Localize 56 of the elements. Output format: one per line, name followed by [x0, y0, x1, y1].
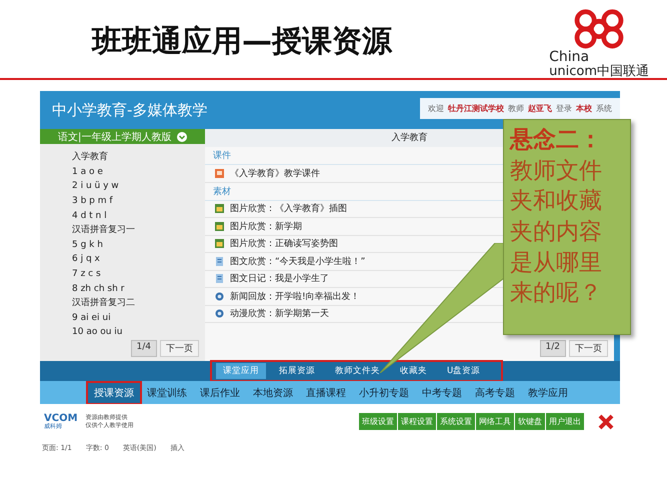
page-indicator: 1/2	[540, 340, 566, 357]
resource-tab[interactable]: U盘资源	[440, 363, 488, 379]
resource-item[interactable]: 动漫欣赏：新学期第一天	[230, 307, 329, 320]
chapter-item[interactable]: 10 ao ou iu	[72, 325, 205, 340]
document-icon	[215, 274, 224, 284]
chapter-item[interactable]: 2 i u ü y w	[72, 179, 205, 194]
resource-item[interactable]: 图片欣赏：《入学教育》插图	[230, 202, 347, 216]
resource-item[interactable]: 图片欣赏：正确读写姿势图	[230, 237, 338, 250]
resource-item[interactable]: 图片欣赏：新学期	[230, 220, 302, 233]
settings-button[interactable]: 网络工具	[476, 413, 514, 430]
nav-tab[interactable]: 小升初专题	[353, 382, 415, 402]
nav-tab[interactable]: 高考专题	[469, 382, 521, 402]
chapter-item[interactable]: 汉语拼音复习二	[72, 296, 205, 311]
nav-tab[interactable]: 课堂训练	[141, 382, 193, 402]
nav-tab[interactable]: 直播课程	[300, 382, 352, 402]
chapter-item[interactable]: 8 zh ch sh r	[72, 282, 205, 296]
chapter-item[interactable]: 汉语拼音复习一	[72, 223, 205, 238]
resource-item[interactable]: 新闻回放：开学啦!向幸福出发！	[230, 290, 360, 303]
nav-tab[interactable]: 授课资源	[88, 382, 140, 402]
settings-button[interactable]: 课程设置	[398, 413, 436, 430]
close-icon[interactable]	[598, 414, 614, 430]
resource-item[interactable]: 《入学教育》教学课件	[230, 166, 320, 180]
resource-item[interactable]: 图文日记：我是小学生了	[230, 272, 329, 286]
chapter-item[interactable]: 入学教育	[72, 150, 205, 165]
resource-tab[interactable]: 拓展资源	[272, 363, 322, 379]
chapter-item[interactable]: 7 z c s	[72, 267, 205, 282]
nav-tab[interactable]: 课后作业	[194, 382, 246, 402]
settings-button[interactable]: 软键盘	[515, 413, 545, 430]
settings-button[interactable]: 班级设置	[359, 413, 397, 430]
chapter-item[interactable]: 5 g k h	[72, 238, 205, 252]
nav-tab[interactable]: 中考专题	[416, 382, 468, 402]
document-icon	[215, 256, 224, 266]
resource-tab[interactable]: 收藏夹	[393, 363, 434, 379]
nav-tab[interactable]: 教学应用	[522, 382, 574, 402]
slides-icon	[215, 168, 224, 178]
logo-text: China	[549, 50, 590, 66]
welcome-text: 欢迎 牡丹江测试学校 教师 赵亚飞 登录 本校 系统	[420, 98, 620, 118]
resource-item[interactable]: 图文欣赏：“今天我是小学生啦！”	[230, 254, 366, 268]
app-title: 中小学教育-多媒体教学	[52, 100, 208, 120]
chapter-item[interactable]: 4 d t n l	[72, 208, 205, 224]
grade-selector[interactable]: 语文|一年级上学期人教版	[40, 129, 205, 144]
chapter-item[interactable]: 1 a o e	[72, 164, 205, 180]
chapter-item[interactable]: 3 b p m f	[72, 194, 205, 209]
chapter-item[interactable]: 9 ai ei ui	[72, 310, 205, 326]
brand-logo: VCOM	[44, 414, 78, 424]
logo-text: unicom中国联通	[549, 65, 649, 79]
chapter-item[interactable]: 6 j q x	[72, 252, 205, 268]
next-page-button[interactable]: 下一页	[569, 340, 608, 357]
page-indicator: 1/4	[130, 340, 157, 357]
nav-tab[interactable]: 本地资源	[247, 382, 299, 402]
resource-tab[interactable]: 教师文件夹	[328, 363, 387, 379]
settings-button[interactable]: 用户退出	[546, 413, 584, 430]
slide-title: 班班通应用—授课资源	[92, 22, 392, 60]
settings-button[interactable]: 系统设置	[437, 413, 475, 430]
next-page-button[interactable]: 下一页	[160, 340, 199, 357]
chevron-down-icon	[177, 132, 188, 142]
